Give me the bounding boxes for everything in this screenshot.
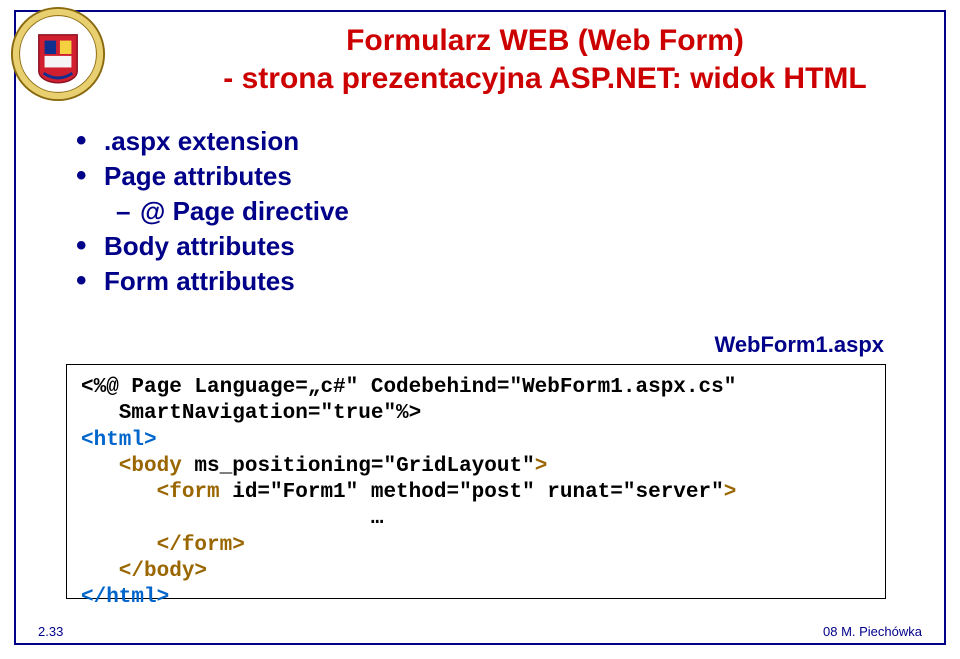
bullet-body-attributes: Body attributes: [76, 229, 349, 264]
bullet-page-attributes: Page attributes: [76, 159, 349, 194]
code-l4d: >: [535, 455, 548, 478]
code-l1: <%@ Page Language=„c#" Codebehind="WebFo…: [81, 376, 736, 399]
filename-label: WebForm1.aspx: [714, 332, 884, 358]
slide-author: 08 M. Piechówka: [823, 624, 922, 639]
code-l5b: <form: [81, 481, 220, 504]
slide: Formularz WEB (Web Form) - strona prezen…: [0, 0, 960, 659]
slide-number: 2.33: [38, 624, 63, 639]
bullet-list: .aspx extension Page attributes @ Page d…: [76, 124, 349, 299]
code-l5d: >: [724, 481, 737, 504]
bullet-aspx-extension: .aspx extension: [76, 124, 349, 159]
code-l4c: ms_positioning="GridLayout": [182, 455, 535, 478]
bullet-form-attributes: Form attributes: [76, 264, 349, 299]
university-crest-icon: [10, 6, 106, 102]
code-content: <%@ Page Language=„c#" Codebehind="WebFo…: [67, 365, 885, 621]
code-box: <%@ Page Language=„c#" Codebehind="WebFo…: [66, 364, 886, 599]
subbullet-page-directive: @ Page directive: [116, 194, 349, 229]
code-l6: …: [81, 507, 383, 530]
title-line-1: Formularz WEB (Web Form): [346, 24, 744, 57]
code-l8: </body>: [81, 560, 207, 583]
code-l9: </html>: [81, 586, 169, 609]
code-l2: SmartNavigation="true"%>: [81, 402, 421, 425]
slide-frame: Formularz WEB (Web Form) - strona prezen…: [14, 10, 946, 645]
code-l7: </form>: [81, 534, 245, 557]
code-l5c: id="Form1" method="post" runat="server": [220, 481, 724, 504]
slide-title: Formularz WEB (Web Form) - strona prezen…: [186, 22, 904, 97]
title-line-2: - strona prezentacyjna ASP.NET: widok HT…: [223, 62, 866, 95]
code-l3: <html>: [81, 429, 157, 452]
code-l4b: <body: [81, 455, 182, 478]
